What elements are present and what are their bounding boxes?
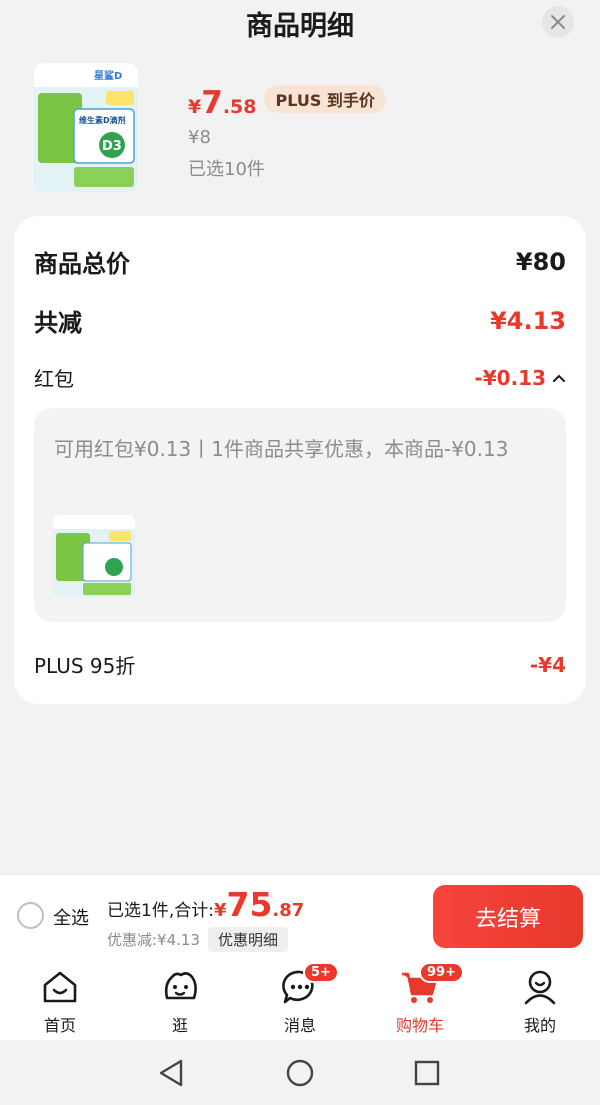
total-reduction-value: ¥4.13 [490, 306, 566, 335]
tab-label: 首页 [43, 1016, 76, 1035]
message-icon: 5+ [279, 962, 339, 1008]
home-circle-icon [286, 1059, 314, 1087]
price-decimal: .58 [222, 96, 257, 118]
message-badge: 5+ [303, 962, 339, 983]
select-all-label[interactable]: 全选 [53, 904, 89, 930]
back-nav-button[interactable] [154, 1056, 188, 1090]
page-title: 商品明细 [246, 11, 354, 42]
tab-label: 购物车 [395, 1016, 444, 1035]
system-nav-bar [0, 1040, 600, 1105]
cart-icon: 99+ [399, 962, 464, 1008]
close-icon [551, 15, 565, 29]
price-currency: ¥ [188, 96, 202, 118]
total-price-value: ¥80 [515, 247, 566, 276]
cart-total-decimal: .87 [272, 900, 305, 921]
cart-total-currency: ¥ [213, 900, 227, 921]
price-integer: 7 [201, 85, 223, 121]
close-button[interactable] [542, 6, 574, 38]
svg-text:星鲨D: 星鲨D [94, 69, 122, 82]
tab-profile[interactable]: 我的 [480, 958, 600, 1040]
discount-detail-button[interactable]: 优惠明细 [208, 927, 289, 952]
plus-price-tag: PLUS 到手价 [264, 85, 386, 113]
red-packet-value: -¥0.13 [474, 365, 546, 390]
product-mini-thumbnail [53, 515, 135, 597]
tab-stroll[interactable]: 逛 [120, 958, 240, 1040]
recents-nav-button[interactable] [410, 1056, 444, 1090]
tab-label: 我的 [523, 1016, 556, 1035]
red-packet-detail-panel: 可用红包¥0.13丨1件商品共享优惠，本商品-¥0.13 [34, 408, 566, 622]
total-reduction-row: 共减 ¥4.13 [34, 303, 566, 338]
home-icon [39, 966, 81, 1008]
product-thumbnail[interactable]: 星鲨D 维生素D滴剂 D3 [34, 63, 138, 193]
tab-home[interactable]: 首页 [0, 958, 120, 1040]
price-detail-card: 商品总价 ¥80 共减 ¥4.13 红包 -¥0.13 可用红包¥0.13丨1件… [14, 216, 586, 704]
svg-text:D3: D3 [102, 139, 122, 154]
profile-icon [519, 966, 561, 1008]
stroll-face-icon [159, 966, 201, 1008]
total-price-label: 商品总价 [34, 250, 130, 278]
discount-line: 优惠减:¥4.13 优惠明细 [107, 927, 289, 952]
plus-discount-row: PLUS 95折 -¥4 [34, 650, 566, 679]
discount-amount: 优惠减:¥4.13 [107, 931, 200, 949]
header: 商品明细 [0, 0, 600, 48]
plus-discount-value: -¥4 [529, 652, 566, 677]
tab-label: 逛 [171, 1016, 188, 1035]
cart-badge: 99+ [419, 962, 464, 983]
cart-total: 已选1件,合计: ¥ 75 .87 [107, 885, 304, 924]
tab-cart[interactable]: 99+ 购物车 [360, 958, 480, 1040]
product-price: ¥ 7 .58 PLUS 到手价 [188, 85, 386, 121]
chevron-up-icon[interactable] [552, 373, 566, 383]
recents-square-icon [414, 1060, 440, 1086]
cart-total-prefix: 已选1件,合计: [107, 901, 214, 921]
red-packet-description: 可用红包¥0.13丨1件商品共享优惠，本商品-¥0.13 [54, 437, 509, 461]
cart-total-integer: 75 [226, 885, 273, 924]
home-nav-button[interactable] [283, 1056, 317, 1090]
total-reduction-label: 共减 [34, 309, 82, 337]
plus-discount-label: PLUS 95折 [34, 654, 136, 678]
select-all-checkbox[interactable] [17, 902, 44, 929]
selected-count: 已选10件 [188, 159, 265, 180]
original-price: ¥8 [188, 127, 211, 148]
red-packet-label: 红包 [34, 367, 74, 391]
tab-messages[interactable]: 5+ 消息 [240, 958, 360, 1040]
tab-label: 消息 [283, 1016, 316, 1035]
svg-text:维生素D滴剂: 维生素D滴剂 [79, 115, 126, 125]
red-packet-value-wrap: -¥0.13 [474, 366, 566, 390]
back-triangle-icon [159, 1059, 183, 1087]
checkout-bar: 全选 已选1件,合计: ¥ 75 .87 优惠减:¥4.13 优惠明细 去结算 [0, 874, 600, 958]
red-packet-row[interactable]: 红包 -¥0.13 [34, 363, 566, 392]
checkout-button[interactable]: 去结算 [433, 885, 583, 948]
total-price-row: 商品总价 ¥80 [34, 244, 566, 279]
bottom-tab-bar: 首页 逛 5+ 消息 99+ 购物车 我的 [0, 958, 600, 1040]
product-summary: 星鲨D 维生素D滴剂 D3 ¥ 7 .58 PLUS 到手价 ¥8 已选10件 [34, 63, 574, 195]
